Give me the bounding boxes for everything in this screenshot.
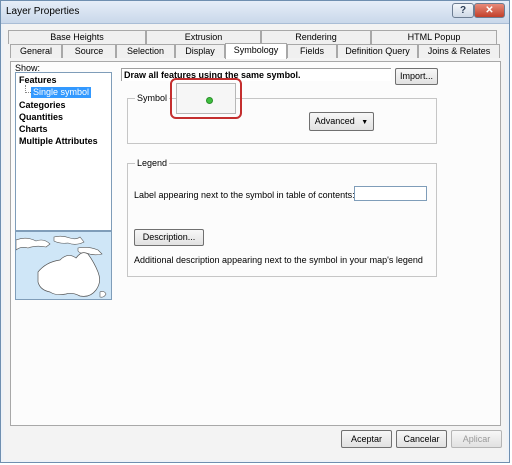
tab-general[interactable]: General xyxy=(10,44,62,58)
cancel-button[interactable]: Cancelar xyxy=(396,430,447,448)
list-item-quantities[interactable]: Quantities xyxy=(19,112,63,122)
tab-joins-relates[interactable]: Joins & Relates xyxy=(418,44,500,58)
list-item-single-symbol[interactable]: Single symbol xyxy=(31,87,92,98)
tab-selection[interactable]: Selection xyxy=(116,44,175,58)
list-item-categories[interactable]: Categories xyxy=(19,100,66,110)
legend-group-label: Legend xyxy=(135,158,170,168)
title-bar[interactable]: Layer Properties ? ✕ xyxy=(1,1,509,24)
point-symbol-icon xyxy=(206,97,213,104)
close-button[interactable]: ✕ xyxy=(474,3,505,18)
list-item-multiple-attributes[interactable]: Multiple Attributes xyxy=(19,136,98,146)
tab-extrusion[interactable]: Extrusion xyxy=(146,30,261,44)
legend-label-caption: Label appearing next to the symbol in ta… xyxy=(134,190,355,200)
tab-source[interactable]: Source xyxy=(62,44,116,58)
symbol-preview-button[interactable] xyxy=(176,83,236,114)
symbology-page: Show: Features Single symbol Categories … xyxy=(10,61,501,426)
tab-fields[interactable]: Fields xyxy=(287,44,337,58)
tab-html-popup[interactable]: HTML Popup xyxy=(371,30,497,44)
renderer-list[interactable]: Features Single symbol Categories Quanti… xyxy=(15,72,112,231)
description-button[interactable]: Description... xyxy=(134,229,204,246)
symbol-group-label: Symbol xyxy=(135,93,170,103)
import-button[interactable]: Import... xyxy=(395,68,438,85)
advanced-button[interactable]: Advanced ▼ xyxy=(309,112,374,131)
renderer-preview-map xyxy=(15,231,112,300)
help-button[interactable]: ? xyxy=(452,3,474,18)
dropdown-arrow-icon: ▼ xyxy=(361,119,369,126)
tab-base-heights[interactable]: Base Heights xyxy=(8,30,146,44)
dialog-body: Base Heights Extrusion Rendering HTML Po… xyxy=(4,24,506,460)
advanced-label: Advanced xyxy=(314,116,355,126)
list-item-features[interactable]: Features xyxy=(19,75,57,85)
legend-label-field[interactable] xyxy=(354,186,427,201)
apply-button[interactable]: Aplicar xyxy=(451,430,502,448)
tab-rendering[interactable]: Rendering xyxy=(261,30,371,44)
ok-button[interactable]: Aceptar xyxy=(341,430,392,448)
renderer-description: Draw all features using the same symbol. xyxy=(121,68,391,81)
layer-properties-window: Layer Properties ? ✕ Base Heights Extrus… xyxy=(0,0,510,463)
list-item-charts[interactable]: Charts xyxy=(19,124,48,134)
symbol-preview-highlight xyxy=(170,78,242,119)
tab-display[interactable]: Display xyxy=(175,44,225,58)
tab-symbology[interactable]: Symbology xyxy=(225,43,287,59)
window-title: Layer Properties xyxy=(6,6,80,17)
tab-definition-query[interactable]: Definition Query xyxy=(337,44,418,58)
description-hint: Additional description appearing next to… xyxy=(134,255,423,265)
